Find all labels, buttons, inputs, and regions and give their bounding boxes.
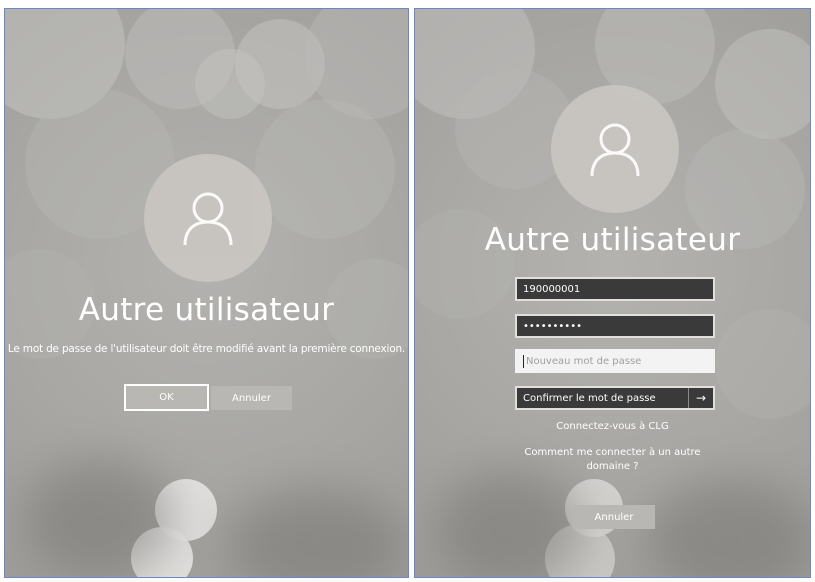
user-icon [590,123,640,177]
connect-link[interactable]: Connectez-vous à CLG [415,421,810,432]
other-domain-link-line2[interactable]: domaine ? [415,461,810,472]
password-value: •••••••••• [523,320,582,332]
bokeh-circle [155,479,217,541]
page-title: Autre utilisateur [78,292,335,328]
confirm-password-placeholder: Confirmer le mot de passe [523,392,656,404]
password-field[interactable]: •••••••••• [515,314,715,338]
password-change-message: Le mot de passe de l'utilisateur doit êt… [7,343,406,355]
cancel-button[interactable]: Annuler [211,386,292,410]
bokeh-circle [715,29,810,139]
username-value: 190000001 [523,283,581,295]
bokeh-circle [715,309,810,419]
bokeh-circle [235,19,325,109]
shadow-blob [645,479,810,577]
shadow-blob [435,469,585,577]
username-field[interactable]: 190000001 [515,277,715,301]
bokeh-circle [5,9,125,119]
shadow-blob [25,459,175,577]
bokeh-circle [545,524,615,577]
bokeh-circle [415,9,535,119]
left-screen: Autre utilisateur Le mot de passe de l'u… [4,8,409,578]
bokeh-circle [195,49,265,119]
arrow-right-icon[interactable]: → [688,388,713,408]
shadow-blob [225,489,405,577]
confirm-password-field[interactable]: Confirmer le mot de passe → [515,386,715,410]
avatar [551,85,679,213]
bokeh-circle [125,9,235,109]
ok-button[interactable]: OK [124,384,209,411]
new-password-placeholder: Nouveau mot de passe [526,355,642,367]
bokeh-circle [255,99,395,239]
avatar [144,154,272,282]
user-icon [183,192,233,246]
right-screen: Autre utilisateur 190000001 •••••••••• N… [414,8,811,578]
cancel-button[interactable]: Annuler [573,505,655,529]
text-caret [523,354,524,368]
other-domain-link-line1[interactable]: Comment me connecter à un autre [415,447,810,458]
page-title: Autre utilisateur [484,222,741,258]
new-password-field[interactable]: Nouveau mot de passe [515,349,715,373]
bokeh-circle [131,527,193,577]
bokeh-circle [305,9,408,119]
